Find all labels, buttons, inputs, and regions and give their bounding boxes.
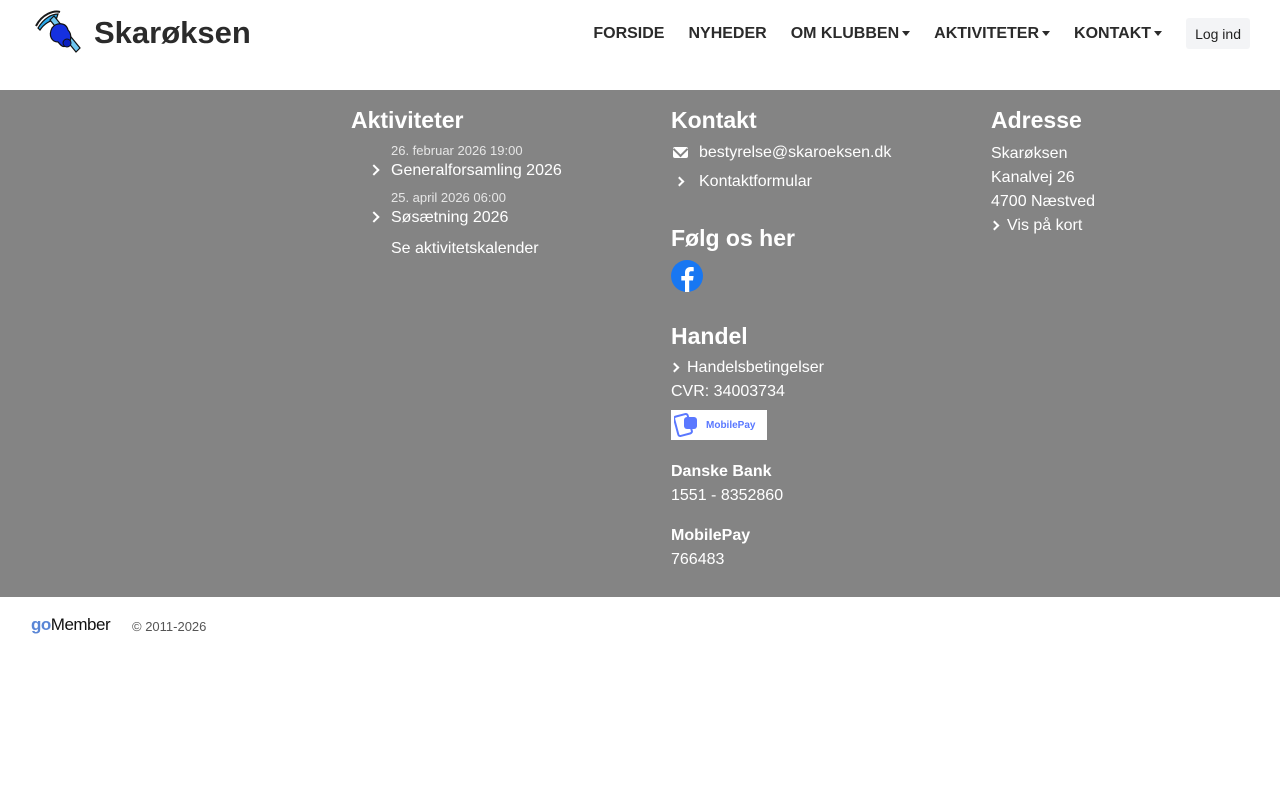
nav-nyheder-label: NYHEDER [688, 24, 767, 42]
nav-kontakt-label: KONTAKT [1074, 24, 1152, 42]
terms-link[interactable]: Handelsbetingelser [669, 356, 971, 380]
nav-forside-label: FORSIDE [593, 24, 665, 42]
address-heading: Adresse [991, 107, 1082, 133]
contact-heading: Kontakt [671, 107, 757, 133]
envelope-icon [673, 147, 688, 158]
chevron-right-icon [368, 164, 380, 176]
chevron-right-icon [989, 220, 1000, 231]
email-text: bestyrelse@skaroeksen.dk [699, 144, 892, 161]
trade-heading: Handel [671, 323, 748, 349]
nav-aktiviteter-label: AKTIVITETER [934, 24, 1040, 42]
login-button[interactable]: Log ind [1186, 18, 1250, 49]
event-title: Generalforsamling 2026 [391, 162, 562, 179]
event-title: Søsætning 2026 [391, 209, 509, 226]
mobilepay-icon [674, 412, 697, 438]
bottom-bar: go Member © 2011-2026 [0, 597, 1280, 653]
bank-name: Danske Bank [671, 463, 772, 480]
map-link[interactable]: Vis på kort [989, 214, 1261, 238]
contact-form-text: Kontaktformular [699, 173, 812, 190]
chevron-right-icon [674, 176, 685, 187]
mobilepay-badge[interactable]: MobilePay [671, 410, 767, 440]
dropdown-caret-icon [902, 31, 911, 36]
event-link[interactable]: Generalforsamling 2026 [368, 160, 641, 182]
address-line: 4700 Næstved [991, 193, 1096, 210]
event-item: 26. februar 2026 19:00 Generalforsamling… [351, 142, 641, 182]
copyright: © 2011-2026 [132, 619, 207, 634]
event-item: 25. april 2026 06:00 Søsætning 2026 [351, 189, 641, 229]
activities-column: Aktiviteter 26. februar 2026 19:00 Gener… [351, 106, 641, 260]
nav-om-klubben-label: OM KLUBBEN [790, 24, 900, 42]
mobilepay-number: 766483 [671, 551, 725, 568]
nav-kontakt[interactable]: KONTAKT [1074, 19, 1163, 49]
facebook-icon[interactable] [671, 260, 703, 292]
bank-account: 1551 - 8352860 [671, 487, 784, 504]
email-link[interactable]: bestyrelse@skaroeksen.dk [671, 141, 971, 165]
footer-main: Aktiviteter 26. februar 2026 19:00 Gener… [0, 90, 1280, 597]
event-date: 26. februar 2026 19:00 [391, 143, 523, 158]
terms-text: Handelsbetingelser [687, 359, 824, 376]
dropdown-caret-icon [1042, 31, 1051, 36]
nav-nyheder[interactable]: NYHEDER [688, 19, 766, 49]
activity-calendar-link[interactable]: Se aktivitetskalender [351, 238, 641, 260]
cvr-number: CVR: 34003734 [671, 383, 785, 400]
mobilepay-label: MobilePay [671, 527, 751, 544]
club-logo-icon [35, 10, 81, 53]
site-title: Skarøksen [94, 15, 251, 50]
main-nav: FORSIDE NYHEDER OM KLUBBEN AKTIVITETER K… [569, 18, 1250, 49]
address-line: Skarøksen [991, 145, 1068, 162]
contact-form-link[interactable]: Kontaktformular [671, 170, 971, 194]
site-header: Skarøksen FORSIDE NYHEDER OM KLUBBEN AKT… [0, 0, 1280, 90]
gomember-logo-member: Member [50, 615, 111, 634]
chevron-right-icon [368, 211, 380, 223]
map-link-text: Vis på kort [1007, 217, 1083, 234]
address-line: Kanalvej 26 [991, 169, 1075, 186]
follow-heading: Følg os her [671, 225, 795, 251]
brand-link[interactable]: Skarøksen [32, 8, 251, 58]
contact-column: Kontakt bestyrelse@skaroeksen.dk Kontakt… [669, 106, 971, 572]
gomember-logo-go: go [31, 615, 51, 634]
nav-om-klubben[interactable]: OM KLUBBEN [790, 19, 911, 49]
nav-forside[interactable]: FORSIDE [593, 19, 664, 49]
event-link[interactable]: Søsætning 2026 [368, 207, 641, 229]
dropdown-caret-icon [1154, 31, 1163, 36]
activities-heading: Aktiviteter [351, 107, 464, 133]
address-column: Adresse Skarøksen Kanalvej 26 4700 Næstv… [989, 106, 1261, 238]
gomember-logo[interactable]: go Member [31, 615, 111, 635]
mobilepay-badge-label: MobilePay [706, 419, 756, 431]
event-date: 25. april 2026 06:00 [391, 190, 506, 205]
nav-aktiviteter[interactable]: AKTIVITETER [934, 19, 1051, 49]
chevron-right-icon [669, 362, 680, 373]
